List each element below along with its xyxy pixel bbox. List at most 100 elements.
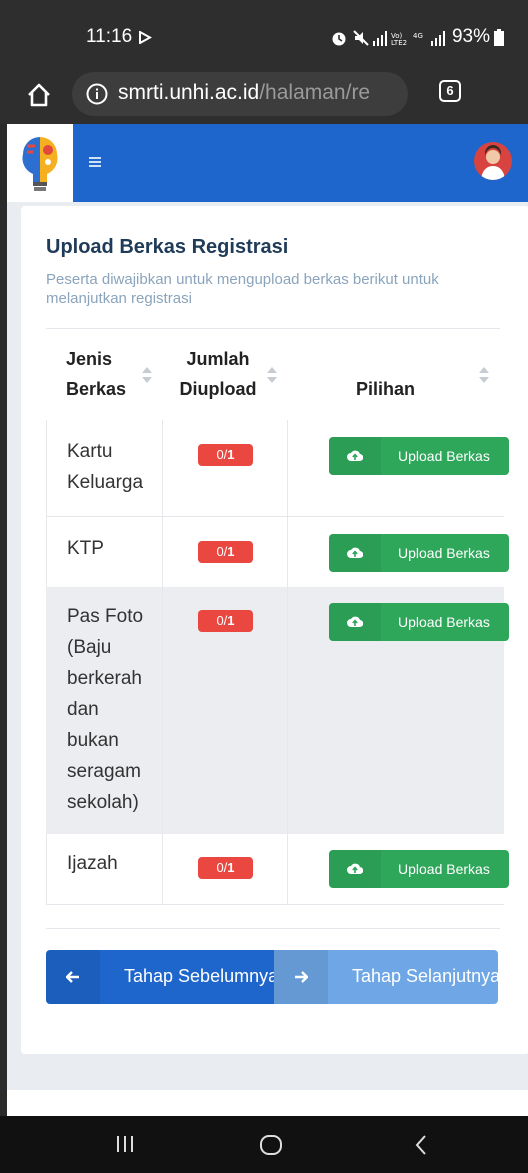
divider <box>46 928 500 929</box>
home-button-icon[interactable] <box>259 1134 283 1156</box>
column-header-jenis-berkas[interactable]: Jenis Berkas <box>66 344 126 404</box>
status-bar: 11:16 Vo) LTE2 4G 93% <box>0 0 528 66</box>
cloud-upload-icon <box>347 547 363 559</box>
divider <box>46 420 47 516</box>
header-line: Jumlah <box>186 349 250 369</box>
count-value: 0/ <box>216 544 228 559</box>
upload-button-label: Upload Berkas <box>398 614 490 630</box>
upload-icon-box <box>329 534 381 572</box>
cloud-upload-icon <box>347 616 363 628</box>
menu-icon[interactable] <box>89 157 101 167</box>
cloud-upload-icon <box>347 450 363 462</box>
status-time: 11:16 <box>86 26 133 47</box>
divider <box>287 587 288 834</box>
svg-text:4G: 4G <box>413 32 423 40</box>
cloud-upload-icon <box>347 863 363 875</box>
count-value: 0/ <box>216 447 228 462</box>
upload-icon-box <box>329 437 381 475</box>
recent-apps-icon[interactable] <box>116 1134 134 1154</box>
app-header <box>7 124 528 202</box>
address-bar[interactable]: smrti.unhi.ac.id/halaman/re <box>72 72 408 116</box>
upload-button[interactable]: Upload Berkas <box>329 850 509 888</box>
signal-icons: Vo)LTE2 4G <box>373 31 445 46</box>
logo[interactable] <box>7 124 73 202</box>
table-row: Kartu Keluarga 0/1 Upload Berkas <box>46 420 509 516</box>
name-line: Keluarga <box>67 472 144 493</box>
name-line: dan <box>67 699 99 720</box>
required-value: 1 <box>227 447 235 462</box>
divider <box>287 420 288 516</box>
column-header-pilihan[interactable]: Pilihan <box>356 374 415 404</box>
previous-step-button[interactable]: Tahap Sebelumnya <box>46 950 274 1004</box>
page-footer <box>7 1090 528 1116</box>
document-name: Kartu Keluarga <box>67 436 163 498</box>
divider <box>46 328 500 329</box>
name-line: (Baju <box>67 637 112 658</box>
count-value: 0/ <box>216 613 228 628</box>
column-header-jumlah-diupload[interactable]: Jumlah Diupload <box>177 344 259 404</box>
document-name: KTP <box>67 533 163 564</box>
upload-button[interactable]: Upload Berkas <box>329 603 509 641</box>
avatar[interactable] <box>474 142 512 180</box>
divider <box>46 834 47 904</box>
back-icon[interactable] <box>414 1134 428 1156</box>
upload-button[interactable]: Upload Berkas <box>329 534 509 572</box>
upload-count-badge: 0/1 <box>198 857 253 879</box>
document-name: Pas Foto (Baju berkerah dan bukan seraga… <box>67 601 163 818</box>
required-value: 1 <box>227 544 235 559</box>
count-value: 0/ <box>216 860 228 875</box>
upload-card: Upload Berkas Registrasi Peserta diwajib… <box>21 206 528 1054</box>
user-avatar-icon <box>481 145 505 180</box>
name-line: Pas Foto <box>67 606 144 627</box>
upload-count-badge: 0/1 <box>198 610 253 632</box>
divider <box>287 834 288 904</box>
header-line: Berkas <box>66 379 127 399</box>
battery-icon <box>494 29 504 46</box>
name-line: Kartu <box>67 441 113 462</box>
system-nav-bar <box>0 1116 528 1173</box>
required-value: 1 <box>227 860 235 875</box>
upload-button[interactable]: Upload Berkas <box>329 437 509 475</box>
required-value: 1 <box>227 613 235 628</box>
url-host: smrti.unhi.ac.id <box>118 81 260 104</box>
browser-toolbar: smrti.unhi.ac.id/halaman/re 6 <box>0 66 528 124</box>
sort-icon[interactable] <box>267 367 277 383</box>
arrow-left-icon <box>66 971 79 983</box>
upload-icon-box <box>329 603 381 641</box>
next-step-button[interactable]: Tahap Selanjutnya <box>274 950 498 1004</box>
header-line: Diupload <box>179 379 257 399</box>
name-line: seragam <box>67 761 141 782</box>
document-name: Ijazah <box>67 848 163 879</box>
lightbulb-logo-icon <box>22 137 58 191</box>
name-line: berkerah <box>67 668 142 689</box>
table-row: Ijazah 0/1 Upload Berkas <box>46 834 509 904</box>
upload-icon-box <box>329 850 381 888</box>
home-icon[interactable] <box>26 82 52 108</box>
upload-button-label: Upload Berkas <box>398 545 490 561</box>
sort-icon[interactable] <box>479 367 489 383</box>
page-title: Upload Berkas Registrasi <box>46 236 289 258</box>
mute-icon <box>353 30 369 46</box>
upload-count-badge: 0/1 <box>198 541 253 563</box>
previous-step-label: Tahap Sebelumnya <box>124 966 274 986</box>
next-step-label: Tahap Selanjutnya <box>352 966 498 986</box>
info-icon[interactable] <box>86 83 108 105</box>
divider <box>46 904 504 905</box>
upload-button-label: Upload Berkas <box>398 448 490 464</box>
name-line: KTP <box>67 538 104 559</box>
tab-switcher-button[interactable]: 6 <box>439 80 461 102</box>
divider <box>287 517 288 587</box>
divider <box>46 517 47 587</box>
svg-text:LTE2: LTE2 <box>391 39 407 46</box>
name-line: bukan <box>67 730 119 751</box>
arrow-right-icon <box>295 971 308 983</box>
table-row: KTP 0/1 Upload Berkas <box>46 517 509 587</box>
play-icon <box>139 31 152 44</box>
arrow-box <box>274 950 328 1004</box>
battery-percent: 93% <box>451 26 490 47</box>
name-line: sekolah) <box>67 792 139 813</box>
page-content: Upload Berkas Registrasi Peserta diwajib… <box>7 202 528 1116</box>
url-text: smrti.unhi.ac.id/halaman/re <box>118 81 370 105</box>
sort-icon[interactable] <box>142 367 152 383</box>
name-line: Ijazah <box>67 853 118 874</box>
